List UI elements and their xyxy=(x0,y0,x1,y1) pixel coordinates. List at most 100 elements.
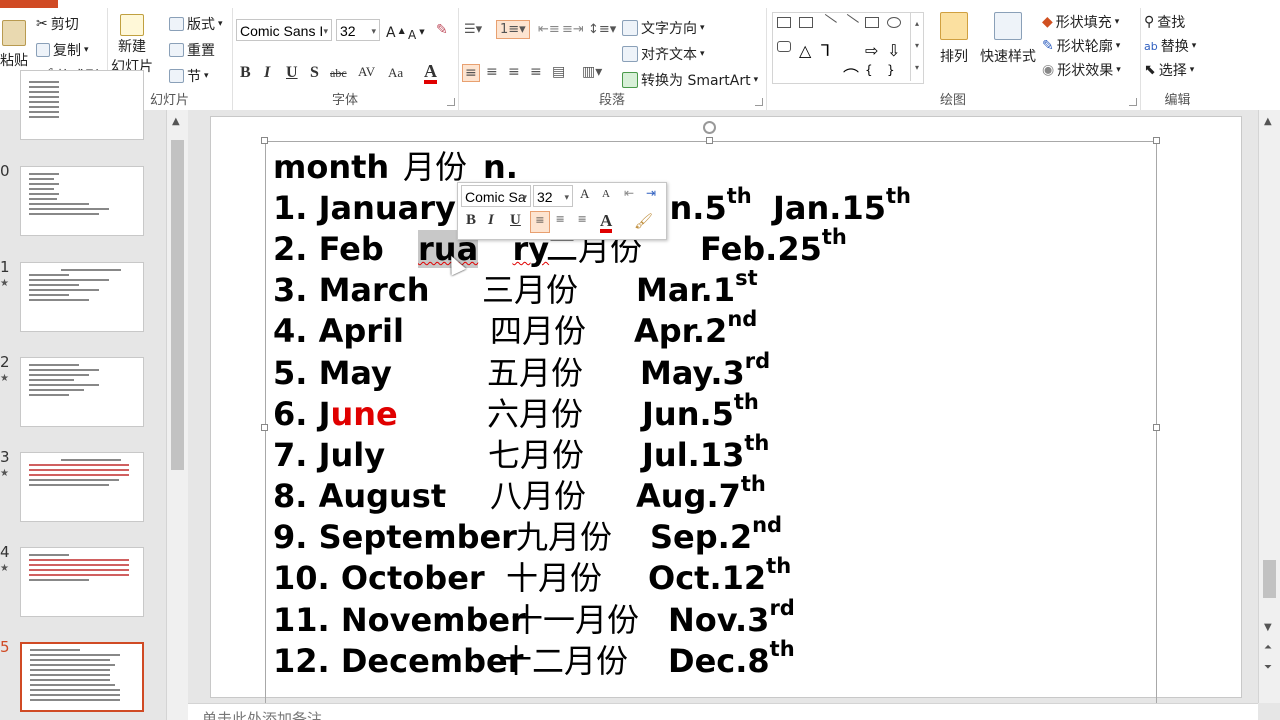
paragraph-launcher[interactable] xyxy=(755,98,763,106)
mini-shrink-font-button[interactable]: A xyxy=(602,188,610,200)
mini-font-size-box[interactable]: 32 ▾ xyxy=(533,185,573,207)
change-case-button[interactable]: Aa xyxy=(388,65,403,81)
file-tab-strip[interactable] xyxy=(0,0,58,8)
textbox-shape-icon[interactable] xyxy=(777,17,791,28)
brace-left-shape-icon[interactable]: { xyxy=(865,63,879,77)
decrease-indent-button[interactable]: ⇤≡ xyxy=(538,22,560,37)
align-text-button[interactable]: 对齐文本 ▾ xyxy=(622,44,705,64)
clear-format-icon[interactable]: ✎ xyxy=(436,22,448,38)
triangle-shape-icon[interactable]: △ xyxy=(799,41,813,60)
line-shape-icon[interactable] xyxy=(819,13,837,32)
rectangle-shape-icon[interactable] xyxy=(865,17,879,28)
slide-thumbnail[interactable] xyxy=(20,262,144,332)
gallery-scroll[interactable]: ▴ ▾ ▾ xyxy=(910,13,923,81)
align-left-button[interactable]: ≡ xyxy=(462,64,480,82)
shape-outline-button[interactable]: ✎ 形状轮廓 ▾ xyxy=(1042,36,1120,56)
section-button[interactable]: 节 ▾ xyxy=(169,66,209,86)
resize-handle[interactable] xyxy=(706,137,713,144)
scroll-thumb[interactable] xyxy=(1263,560,1276,598)
mini-grow-font-button[interactable]: A xyxy=(580,186,589,202)
shadow-button[interactable]: S xyxy=(310,64,319,82)
increase-indent-button[interactable]: ≡⇥ xyxy=(562,22,584,37)
resize-handle[interactable] xyxy=(1153,137,1160,144)
char-spacing-button[interactable]: AV xyxy=(358,64,375,80)
prev-slide-icon[interactable]: ⏶ xyxy=(1264,642,1272,653)
mini-align-right-button[interactable]: ≡ xyxy=(578,212,586,229)
paste-button[interactable]: 粘贴 xyxy=(0,20,28,70)
resize-handle[interactable] xyxy=(261,424,268,431)
arrange-button[interactable]: 排列 xyxy=(940,12,968,66)
font-launcher[interactable] xyxy=(447,98,455,106)
strikethrough-button[interactable]: abc xyxy=(330,66,347,81)
line-spacing-button[interactable]: ↕≡▾ xyxy=(588,22,616,37)
next-slide-icon[interactable]: ⏷ xyxy=(1264,662,1272,673)
align-center-button[interactable]: ≡ xyxy=(486,64,498,80)
shape-effects-button[interactable]: ◉ 形状效果 ▾ xyxy=(1042,60,1121,80)
vertical-textbox-shape-icon[interactable] xyxy=(799,17,813,28)
drawing-launcher[interactable] xyxy=(1129,98,1137,106)
mini-increase-indent-icon[interactable]: ⇥ xyxy=(646,186,656,201)
slide-thumbnail-active[interactable] xyxy=(20,642,144,712)
oval-shape-icon[interactable] xyxy=(887,17,901,28)
copy-button[interactable]: 复制 ▾ xyxy=(36,40,89,60)
select-button[interactable]: ⬉ 选择 ▾ xyxy=(1144,60,1194,80)
find-button[interactable]: ⚲ 查找 xyxy=(1144,12,1185,32)
justify-button[interactable]: ≡ xyxy=(530,64,542,80)
scroll-down-icon[interactable]: ▼ xyxy=(1264,622,1272,633)
thumbnail-scrollbar[interactable]: ▲ xyxy=(166,110,189,720)
right-arrow-shape-icon[interactable]: ⇨ xyxy=(865,41,879,60)
numbering-button[interactable]: 1≡▾ xyxy=(496,20,530,39)
mini-format-painter-icon[interactable]: 🖌 xyxy=(634,212,653,231)
resize-handle[interactable] xyxy=(1153,424,1160,431)
scroll-thumb[interactable] xyxy=(171,140,184,470)
brace-right-shape-icon[interactable]: } xyxy=(887,63,901,77)
new-slide-button[interactable]: 新建 幻灯片 xyxy=(111,14,153,76)
replace-button[interactable]: ab 替换 ▾ xyxy=(1144,36,1196,56)
slide-thumbnail[interactable] xyxy=(20,452,144,522)
italic-button[interactable]: I xyxy=(264,64,270,82)
slide-thumbnail[interactable] xyxy=(20,547,144,617)
mini-align-left-button[interactable]: ≡ xyxy=(530,211,550,233)
underline-button[interactable]: U xyxy=(286,64,298,82)
quick-styles-button[interactable]: 快速样式 xyxy=(980,12,1036,66)
font-size-box[interactable]: 32 ▾ xyxy=(336,19,380,41)
bold-button[interactable]: B xyxy=(240,64,251,82)
mini-underline-button[interactable]: U xyxy=(510,212,521,229)
columns-button[interactable]: ▥▾ xyxy=(582,64,602,80)
reset-button[interactable]: 重置 xyxy=(169,40,215,60)
font-family-box[interactable]: Comic Sans I ▾ xyxy=(236,19,332,41)
bullets-button[interactable]: ☰▾ xyxy=(464,22,482,37)
text-direction-button[interactable]: 文字方向 ▾ xyxy=(622,18,705,38)
smartart-button[interactable]: 转换为 SmartArt ▾ xyxy=(622,70,758,90)
mini-align-center-button[interactable]: ≡ xyxy=(556,212,564,229)
down-arrow-shape-icon[interactable]: ⇩ xyxy=(887,41,901,60)
mini-bold-button[interactable]: B xyxy=(466,212,476,229)
slide-scrollbar[interactable]: ▲ ▼ ⏶ ⏷ xyxy=(1258,110,1280,703)
rounded-rect-shape-icon[interactable] xyxy=(777,41,791,52)
slide-thumbnail[interactable] xyxy=(20,166,144,236)
font-color-button[interactable]: A xyxy=(424,62,437,84)
align-right-button[interactable]: ≡ xyxy=(508,64,520,80)
distribute-button[interactable]: ▤ xyxy=(552,64,565,80)
resize-handle[interactable] xyxy=(261,137,268,144)
elbow-connector-shape-icon[interactable]: ⅂ xyxy=(821,41,835,60)
layout-button[interactable]: 版式 ▾ xyxy=(169,14,223,34)
arrow-shape-icon[interactable] xyxy=(841,13,859,32)
shrink-font-button[interactable]: A ▼ xyxy=(408,24,425,45)
slide-thumbnail[interactable] xyxy=(20,70,144,140)
slide-thumbnail[interactable] xyxy=(20,357,144,427)
mini-font-color-button[interactable]: A xyxy=(600,212,613,233)
notes-pane[interactable]: 单击此处添加备注 xyxy=(188,703,1258,720)
scroll-up-icon[interactable]: ▲ xyxy=(1264,116,1272,127)
scroll-up-icon[interactable]: ▲ xyxy=(172,116,180,127)
cut-button[interactable]: ✂ 剪切 xyxy=(36,14,79,34)
rotate-handle-icon[interactable] xyxy=(703,121,716,134)
shape-fill-button[interactable]: ◆ 形状填充 ▾ xyxy=(1042,12,1119,32)
mini-decrease-indent-icon[interactable]: ⇤ xyxy=(624,186,634,201)
header-line[interactable]: month xyxy=(273,147,389,187)
mini-font-family-box[interactable]: Comic Sa ▾ xyxy=(461,185,531,207)
grow-font-button[interactable]: A ▲ xyxy=(386,22,405,43)
arc-shape-icon[interactable]: ⌒ xyxy=(843,63,859,86)
shapes-gallery[interactable]: △ ⅂ ⇨ ⇩ ⌒ { } ▴ ▾ ▾ xyxy=(772,12,924,86)
mini-italic-button[interactable]: I xyxy=(488,212,494,229)
